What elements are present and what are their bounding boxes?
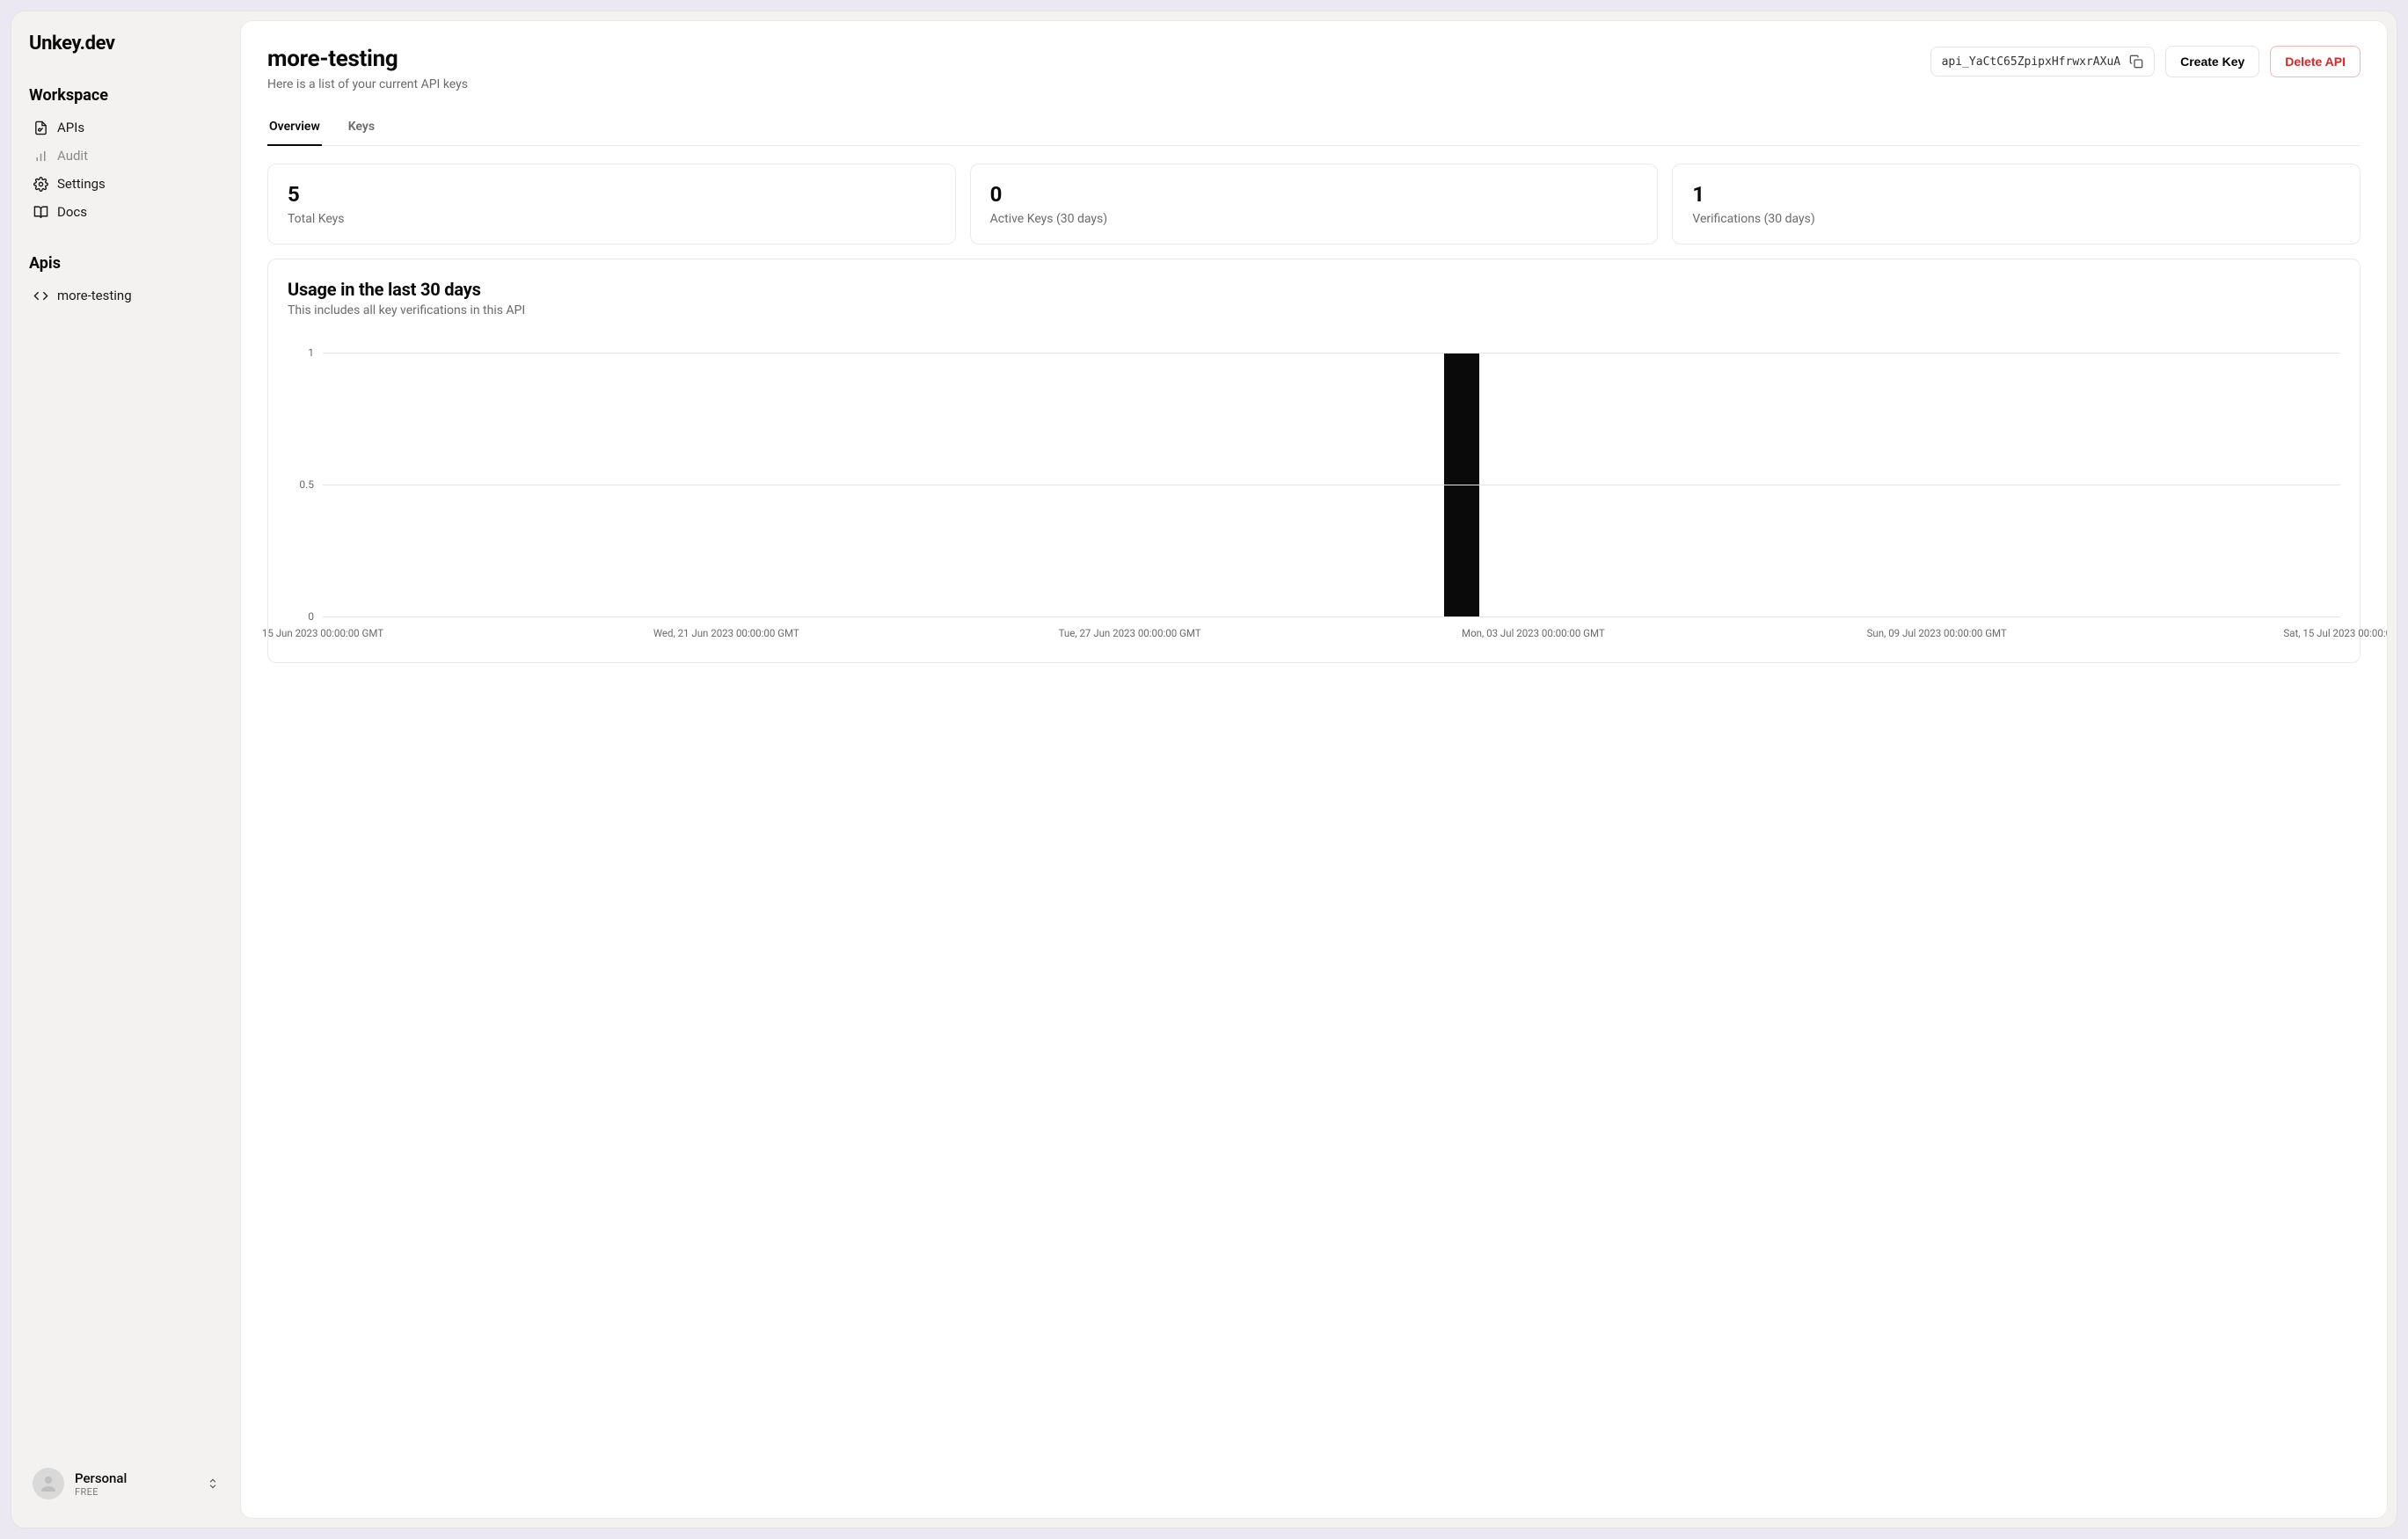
stat-label: Active Keys (30 days) <box>990 212 1638 226</box>
gear-icon <box>33 176 48 192</box>
stats-row: 5 Total Keys 0 Active Keys (30 days) 1 V… <box>267 164 2361 244</box>
workspace-section-label: Workspace <box>29 86 223 105</box>
stat-label: Total Keys <box>288 212 936 226</box>
sidebar-api-item-label: more-testing <box>57 288 132 303</box>
sidebar: Unkey.dev Workspace APIs Audit Settings <box>11 11 240 1528</box>
stat-card-active-keys: 0 Active Keys (30 days) <box>970 164 1659 244</box>
sidebar-api-item-more-testing[interactable]: more-testing <box>29 281 223 310</box>
sidebar-item-label: Settings <box>57 176 106 192</box>
app-frame: Unkey.dev Workspace APIs Audit Settings <box>11 11 2397 1528</box>
y-tick-label: 1 <box>308 346 314 359</box>
book-icon <box>33 204 48 220</box>
avatar <box>33 1468 64 1499</box>
bar-chart-icon <box>33 148 48 164</box>
sidebar-item-settings[interactable]: Settings <box>29 170 223 198</box>
chart-title: Usage in the last 30 days <box>288 279 2340 300</box>
chart-plot <box>323 353 2340 616</box>
x-tick-label: 15 Jun 2023 00:00:00 GMT <box>262 627 383 639</box>
tab-overview[interactable]: Overview <box>267 111 322 146</box>
sidebar-item-docs[interactable]: Docs <box>29 198 223 226</box>
api-id-text: api_YaCtC65ZpipxHfrwxrAXuA <box>1942 55 2121 69</box>
x-tick-label: Mon, 03 Jul 2023 00:00:00 GMT <box>1462 627 1605 639</box>
x-tick-label: Sat, 15 Jul 2023 00:00:00 <box>2283 627 2388 639</box>
api-id-display[interactable]: api_YaCtC65ZpipxHfrwxrAXuA <box>1930 47 2156 77</box>
stat-card-total-keys: 5 Total Keys <box>267 164 956 244</box>
usage-chart-card: Usage in the last 30 days This includes … <box>267 259 2361 663</box>
page-title: more-testing <box>267 46 468 72</box>
y-tick-label: 0 <box>308 610 314 623</box>
main-panel: more-testing Here is a list of your curr… <box>240 20 2388 1519</box>
sidebar-item-label: Audit <box>57 148 88 164</box>
stat-card-verifications: 1 Verifications (30 days) <box>1672 164 2361 244</box>
chevrons-up-down-icon <box>207 1477 219 1490</box>
chart-area: 00.51 15 Jun 2023 00:00:00 GMTWed, 21 Ju… <box>288 353 2340 643</box>
tab-keys[interactable]: Keys <box>347 111 376 146</box>
sidebar-item-label: Docs <box>57 204 87 220</box>
tabs: Overview Keys <box>267 111 2361 146</box>
brand-logo[interactable]: Unkey.dev <box>29 33 223 55</box>
file-key-icon <box>33 120 48 135</box>
stat-label: Verifications (30 days) <box>1692 212 2340 226</box>
page-header: more-testing Here is a list of your curr… <box>267 46 2361 91</box>
account-name: Personal <box>75 1470 127 1486</box>
chart-gridline <box>323 353 2340 354</box>
x-tick-label: Wed, 21 Jun 2023 00:00:00 GMT <box>653 627 799 639</box>
header-actions: api_YaCtC65ZpipxHfrwxrAXuA Create Key De… <box>1930 46 2361 77</box>
stat-value: 5 <box>288 182 936 207</box>
chart-gridline <box>323 616 2340 617</box>
apis-section-label: Apis <box>29 254 223 273</box>
x-axis: 15 Jun 2023 00:00:00 GMTWed, 21 Jun 2023… <box>323 620 2340 643</box>
create-key-button[interactable]: Create Key <box>2165 46 2259 77</box>
account-switcher[interactable]: Personal FREE <box>29 1461 223 1506</box>
chart-subtitle: This includes all key verifications in t… <box>288 303 2340 317</box>
account-plan: FREE <box>75 1486 127 1498</box>
y-axis: 00.51 <box>288 353 319 616</box>
page-subtitle: Here is a list of your current API keys <box>267 77 468 91</box>
account-text: Personal FREE <box>75 1470 127 1498</box>
x-tick-label: Tue, 27 Jun 2023 00:00:00 GMT <box>1059 627 1201 639</box>
code-icon <box>33 288 48 303</box>
copy-icon[interactable] <box>2129 55 2143 69</box>
stat-value: 1 <box>1692 182 2340 207</box>
delete-api-button[interactable]: Delete API <box>2270 46 2361 77</box>
y-tick-label: 0.5 <box>299 478 314 491</box>
stat-value: 0 <box>990 182 1638 207</box>
sidebar-item-label: APIs <box>57 120 84 135</box>
apis-section: Apis more-testing <box>29 247 223 310</box>
sidebar-item-apis[interactable]: APIs <box>29 113 223 142</box>
x-tick-label: Sun, 09 Jul 2023 00:00:00 GMT <box>1867 627 2007 639</box>
sidebar-item-audit[interactable]: Audit <box>29 142 223 170</box>
